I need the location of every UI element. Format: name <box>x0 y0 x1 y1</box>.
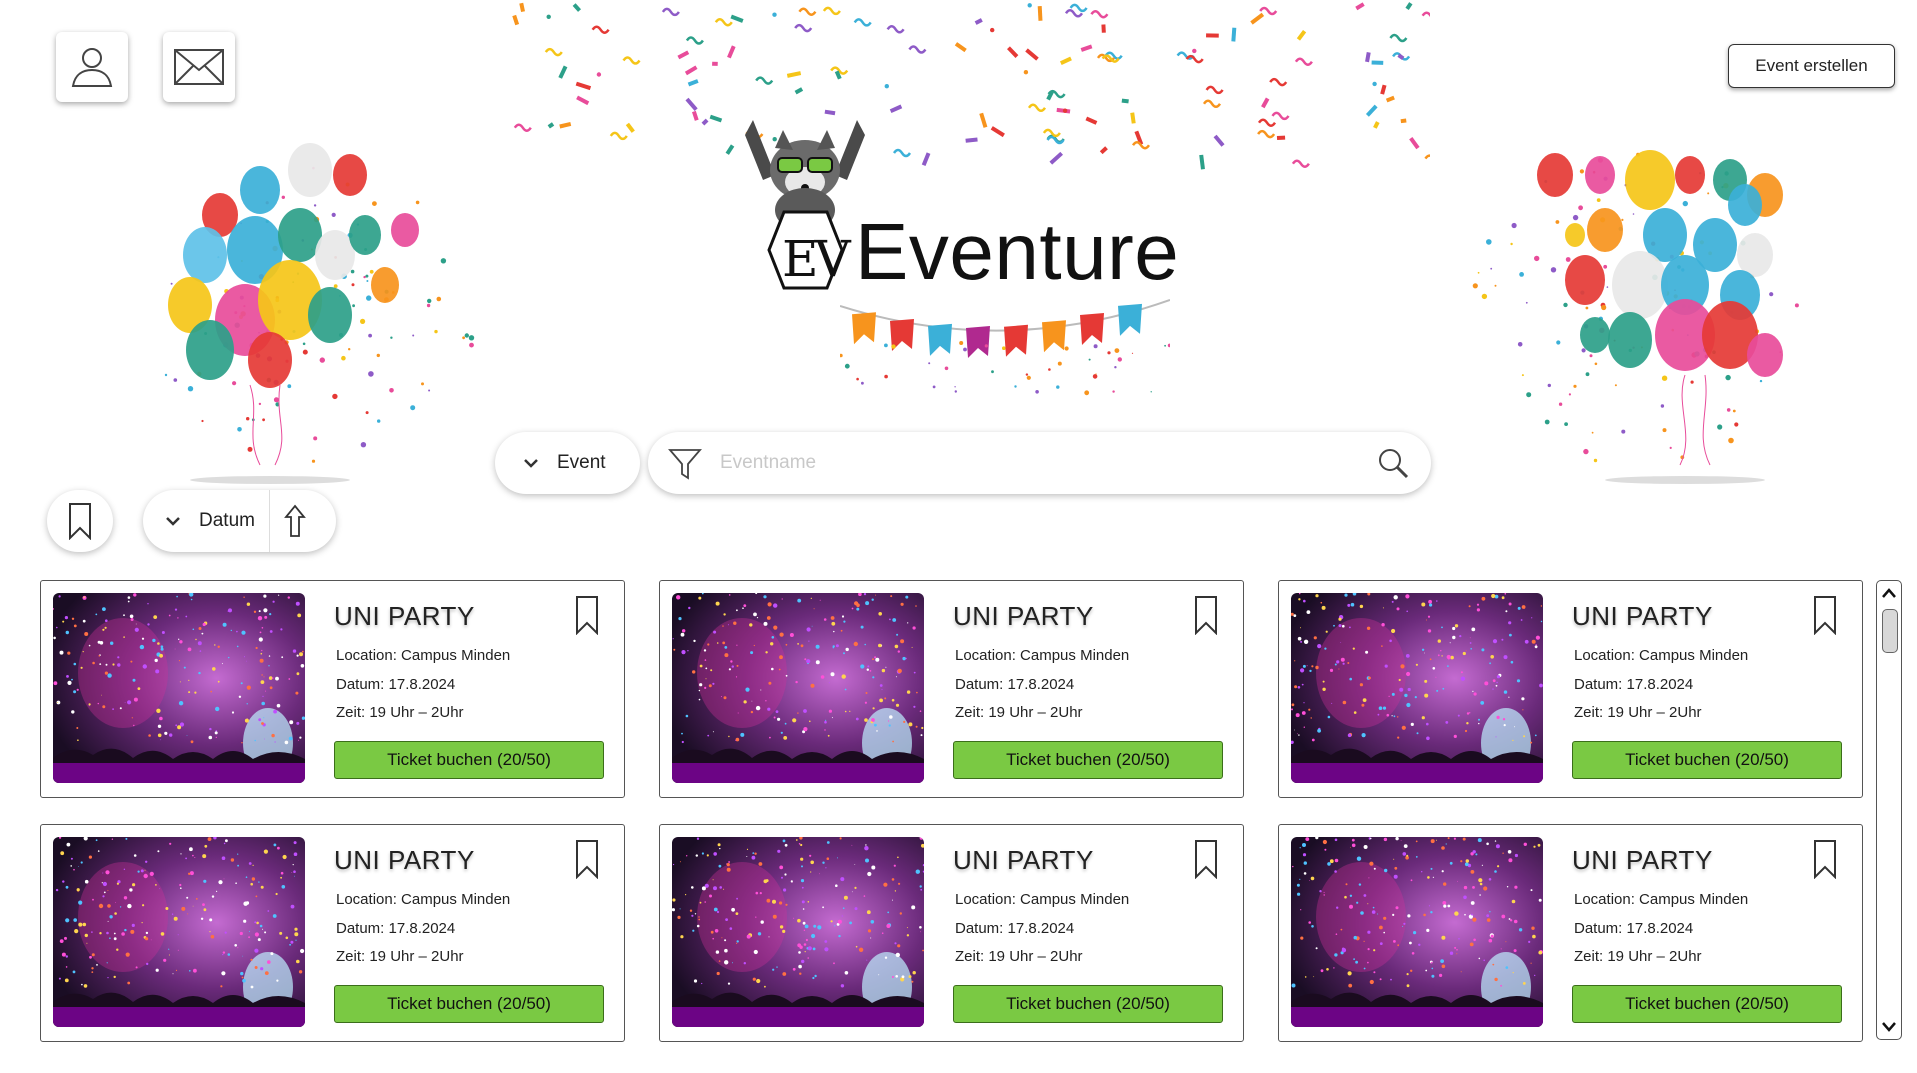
event-location: Location: Campus Minden <box>955 647 1130 664</box>
filter-icon[interactable] <box>668 446 702 480</box>
book-ticket-button[interactable]: Ticket buchen (20/50) <box>953 985 1223 1023</box>
book-ticket-button[interactable]: Ticket buchen (20/50) <box>953 741 1223 779</box>
event-date: Datum: 17.8.2024 <box>1574 676 1694 693</box>
sort-dropdown[interactable]: Datum <box>143 490 336 552</box>
event-time: Zeit: 19 Uhr – 2Uhr <box>1574 948 1702 965</box>
event-title: UNI PARTY <box>334 601 475 631</box>
event-image <box>1291 837 1543 1027</box>
profile-button[interactable] <box>56 32 128 102</box>
event-title: UNI PARTY <box>953 601 1094 631</box>
bookmark-icon[interactable] <box>575 595 599 635</box>
search-bar[interactable] <box>648 432 1431 494</box>
event-card[interactable]: UNI PARTY Location: Campus Minden Datum:… <box>659 824 1244 1042</box>
bookmark-icon[interactable] <box>1194 839 1218 879</box>
event-date: Datum: 17.8.2024 <box>955 920 1075 937</box>
chevron-down-icon <box>166 517 180 526</box>
balloons-left-decoration <box>164 143 475 484</box>
bookmark-icon[interactable] <box>575 839 599 879</box>
event-date: Datum: 17.8.2024 <box>1574 920 1694 937</box>
envelope-icon <box>174 49 224 85</box>
event-title: UNI PARTY <box>1572 845 1713 875</box>
user-icon <box>71 48 113 87</box>
event-location: Location: Campus Minden <box>336 647 511 664</box>
book-ticket-button[interactable]: Ticket buchen (20/50) <box>334 985 604 1023</box>
scroll-down-icon[interactable] <box>1881 1021 1897 1033</box>
event-image <box>1291 593 1543 783</box>
category-dropdown[interactable]: Event <box>495 432 640 494</box>
saved-events-button[interactable] <box>47 490 113 552</box>
event-image <box>53 837 305 1027</box>
search-icon[interactable] <box>1377 447 1409 479</box>
event-location: Location: Campus Minden <box>1574 647 1749 664</box>
app-title: Eventure <box>855 207 1180 296</box>
bookmark-icon[interactable] <box>1813 839 1837 879</box>
event-location: Location: Campus Minden <box>336 891 511 908</box>
event-date: Datum: 17.8.2024 <box>336 920 456 937</box>
event-card[interactable]: UNI PARTY Location: Campus Minden Datum:… <box>40 580 625 798</box>
event-time: Zeit: 19 Uhr – 2Uhr <box>1574 704 1702 721</box>
create-event-button[interactable]: Event erstellen <box>1728 44 1895 88</box>
divider <box>268 490 270 552</box>
bookmark-icon[interactable] <box>1194 595 1218 635</box>
sort-direction-arrow-icon[interactable] <box>284 504 306 538</box>
chevron-down-icon <box>524 459 538 468</box>
event-card[interactable]: UNI PARTY Location: Campus Minden Datum:… <box>40 824 625 1042</box>
book-ticket-button[interactable]: Ticket buchen (20/50) <box>1572 985 1842 1023</box>
logo-mark: EV <box>782 230 851 288</box>
event-card[interactable]: UNI PARTY Location: Campus Minden Datum:… <box>1278 824 1863 1042</box>
event-date: Datum: 17.8.2024 <box>955 676 1075 693</box>
event-title: UNI PARTY <box>953 845 1094 875</box>
messages-button[interactable] <box>163 32 235 102</box>
bunting-decoration <box>840 299 1170 396</box>
search-input[interactable] <box>718 451 1342 475</box>
event-title: UNI PARTY <box>1572 601 1713 631</box>
event-date: Datum: 17.8.2024 <box>336 676 456 693</box>
event-card[interactable]: UNI PARTY Location: Campus Minden Datum:… <box>1278 580 1863 798</box>
event-image <box>53 593 305 783</box>
event-time: Zeit: 19 Uhr – 2Uhr <box>955 948 1083 965</box>
event-card[interactable]: UNI PARTY Location: Campus Minden Datum:… <box>659 580 1244 798</box>
bookmark-icon[interactable] <box>1813 595 1837 635</box>
balloons-right-decoration <box>1472 150 1799 484</box>
category-dropdown-label: Event <box>557 452 606 473</box>
scrollbar[interactable] <box>1876 580 1902 1040</box>
book-ticket-button[interactable]: Ticket buchen (20/50) <box>334 741 604 779</box>
event-time: Zeit: 19 Uhr – 2Uhr <box>336 948 464 965</box>
event-image <box>672 593 924 783</box>
event-location: Location: Campus Minden <box>955 891 1130 908</box>
scrollbar-thumb[interactable] <box>1882 609 1898 653</box>
sort-dropdown-label: Datum <box>199 510 255 531</box>
confetti-decoration <box>512 2 1430 170</box>
bookmark-icon <box>69 503 91 540</box>
book-ticket-button[interactable]: Ticket buchen (20/50) <box>1572 741 1842 779</box>
event-time: Zeit: 19 Uhr – 2Uhr <box>955 704 1083 721</box>
event-title: UNI PARTY <box>334 845 475 875</box>
event-time: Zeit: 19 Uhr – 2Uhr <box>336 704 464 721</box>
scroll-up-icon[interactable] <box>1881 587 1897 599</box>
event-location: Location: Campus Minden <box>1574 891 1749 908</box>
event-image <box>672 837 924 1027</box>
